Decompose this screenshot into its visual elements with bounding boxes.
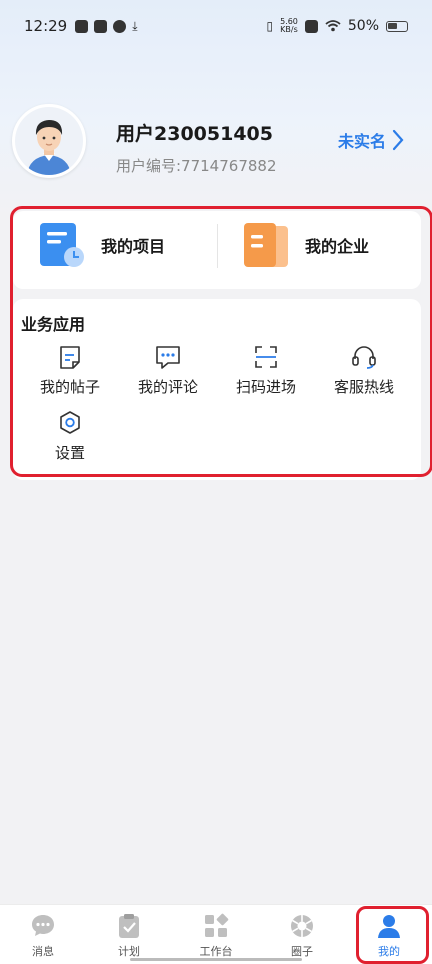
tab-plan-label: 计划: [118, 945, 140, 958]
avatar-illustration: [15, 107, 83, 175]
my-comments-label: 我的评论: [137, 378, 198, 396]
service-hotline-button[interactable]: 客服热线: [314, 344, 414, 397]
settings-label: 设置: [54, 444, 85, 462]
tab-mine[interactable]: 我的: [346, 905, 432, 964]
settings-icon: [60, 411, 80, 434]
scan-icon: [255, 346, 277, 368]
sim-icon: [304, 19, 318, 33]
status-bar: 12:29 ⤓ ▯ 5.60 KB/s 50%: [0, 0, 432, 52]
app-notification-icon: [94, 19, 108, 33]
avatar[interactable]: [12, 104, 86, 178]
battery-percent: 50%: [347, 18, 379, 34]
tab-messages-label: 消息: [32, 945, 54, 958]
check-icon: [113, 19, 127, 33]
tab-workbench[interactable]: 工作台: [173, 905, 259, 964]
post-icon: [60, 346, 80, 369]
verify-identity-link[interactable]: 未实名: [338, 128, 404, 152]
my-projects-button[interactable]: 我的项目: [39, 222, 165, 268]
my-posts-button[interactable]: 我的帖子: [20, 344, 120, 397]
network-speed: 5.60 KB/s: [280, 18, 298, 34]
username: 用户230051405: [116, 123, 273, 145]
network-speed-unit: KB/s: [280, 25, 298, 34]
my-posts-label: 我的帖子: [39, 378, 100, 396]
my-projects-label: 我的项目: [101, 237, 166, 256]
tab-mine-label: 我的: [378, 945, 400, 958]
home-indicator[interactable]: [130, 958, 302, 961]
download-icon: ⤓: [132, 18, 138, 33]
wifi-icon: [325, 20, 341, 32]
vibrate-icon: ▯: [266, 19, 274, 33]
plan-icon: [119, 914, 139, 938]
tab-circle-label: 圈子: [291, 945, 313, 958]
my-company-label: 我的企业: [305, 237, 370, 256]
circle-icon: [291, 915, 313, 937]
play-app-icon: [75, 19, 89, 33]
headset-icon: [352, 346, 376, 369]
scan-entry-button[interactable]: 扫码进场: [216, 344, 316, 397]
user-id: 用户编号:7714767882: [116, 157, 277, 175]
chevron-right-icon: [392, 129, 404, 151]
workbench-icon: [205, 913, 229, 937]
battery-icon: [386, 20, 408, 32]
message-icon: [32, 915, 54, 936]
tab-bar: 消息 计划 工作台 圈子 我的: [0, 904, 432, 964]
status-time: 12:29: [24, 17, 68, 35]
tab-messages[interactable]: 消息: [0, 905, 86, 964]
my-company-button[interactable]: 我的企业: [243, 222, 369, 268]
settings-button[interactable]: 设置: [20, 410, 120, 463]
quick-access-divider: [217, 224, 218, 268]
person-icon: [378, 915, 400, 938]
business-apps-title: 业务应用: [21, 315, 86, 334]
scan-entry-label: 扫码进场: [235, 378, 296, 396]
tab-workbench-label: 工作台: [199, 945, 233, 958]
tab-circle[interactable]: 圈子: [259, 905, 345, 964]
project-doc-icon: [40, 223, 84, 267]
comment-icon: [156, 346, 180, 369]
company-doc-icon: [244, 223, 288, 267]
service-hotline-label: 客服热线: [333, 378, 394, 396]
verify-label: 未实名: [338, 132, 387, 151]
tab-plan[interactable]: 计划: [86, 905, 172, 964]
my-comments-button[interactable]: 我的评论: [118, 344, 218, 397]
